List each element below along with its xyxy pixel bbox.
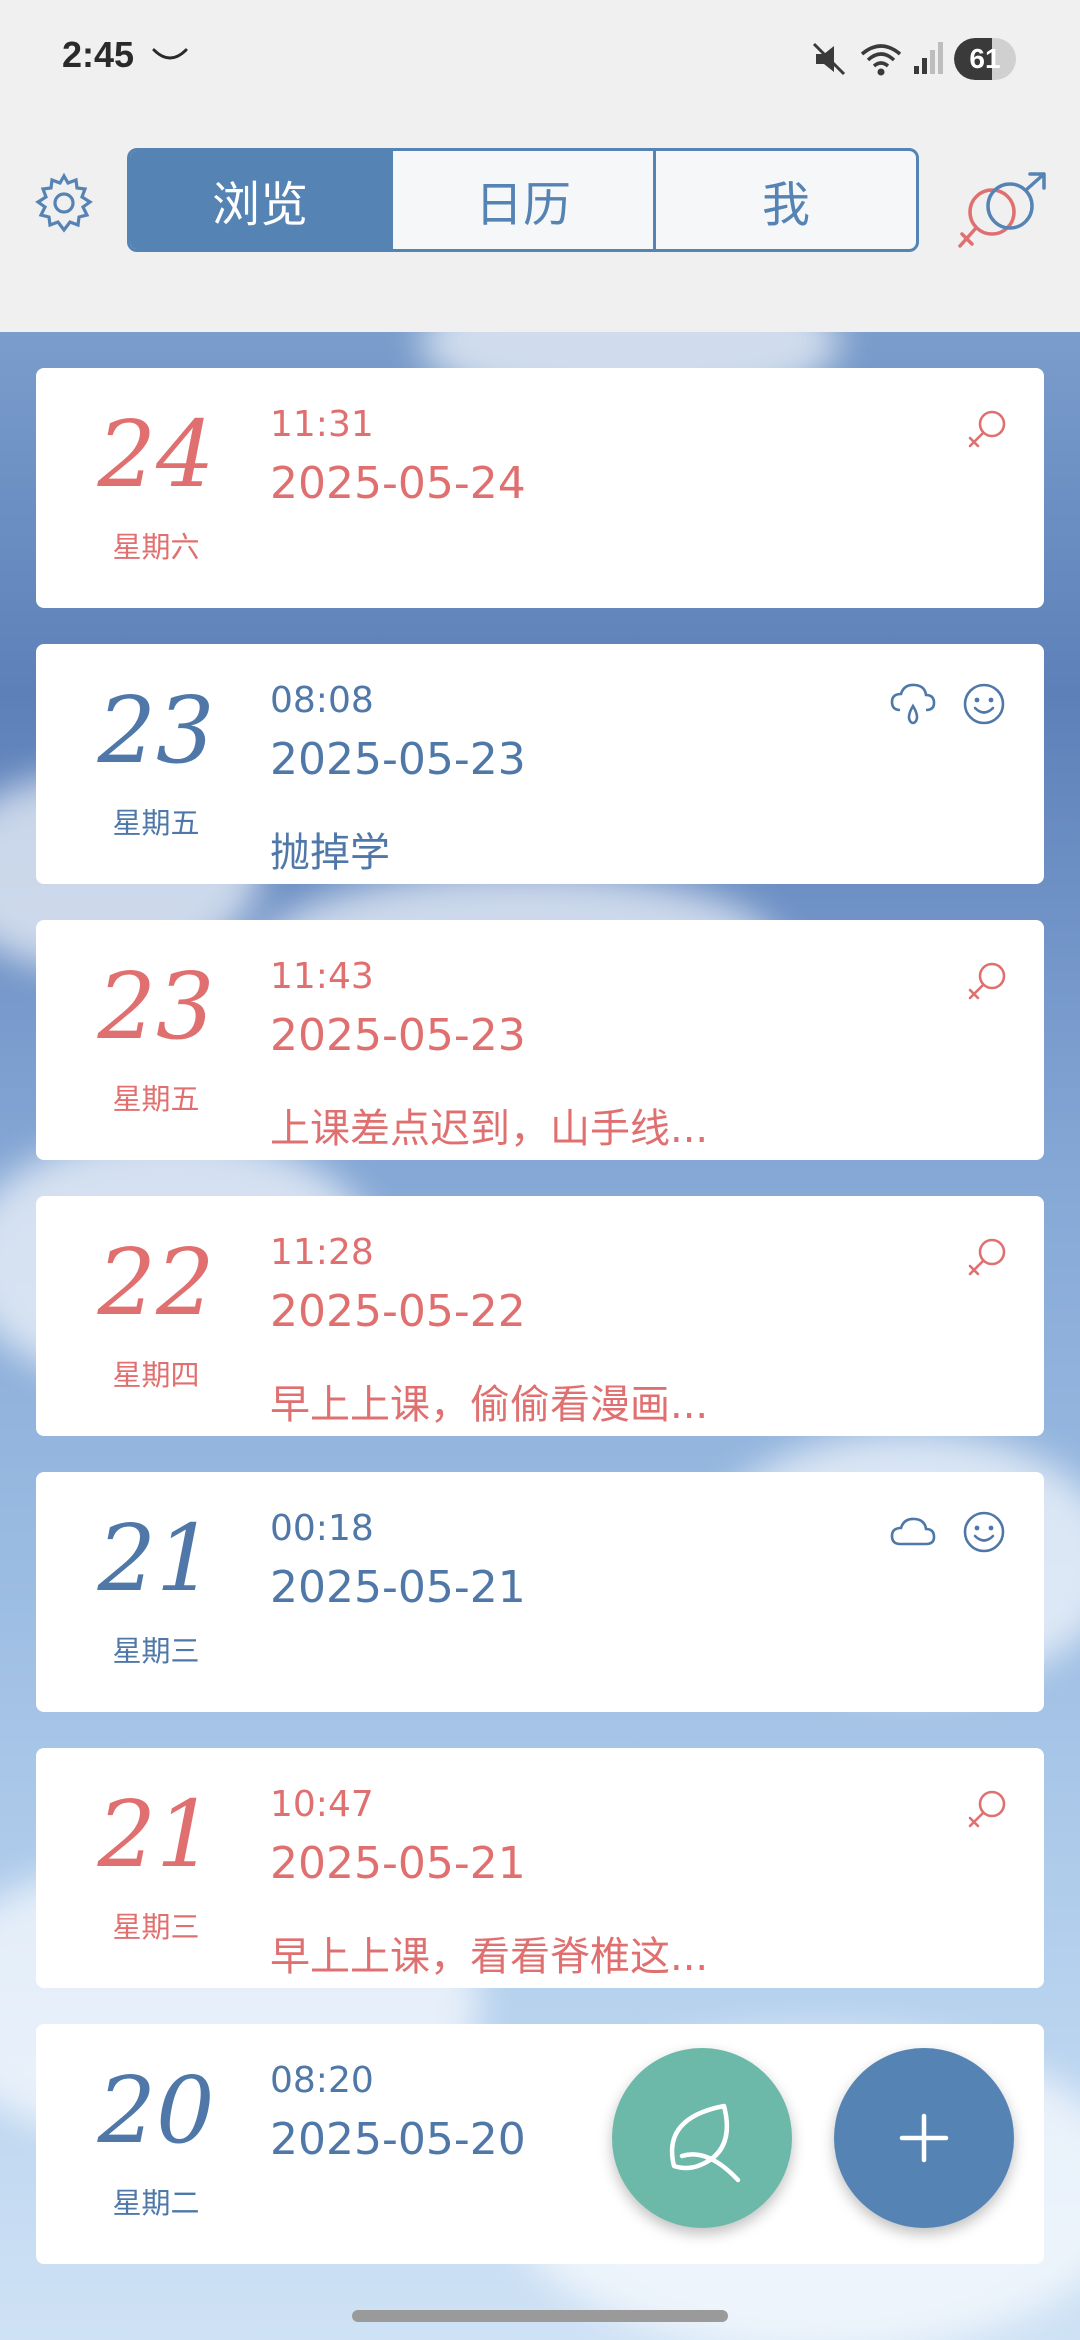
top-bar: 浏览 日历 我: [0, 118, 1080, 332]
entry-day: 23: [97, 953, 215, 1060]
entry-day: 21: [97, 1781, 215, 1888]
entry-weekday: 星期五: [112, 1082, 200, 1116]
add-entry-button[interactable]: [834, 2048, 1014, 2228]
entries-list[interactable]: 24 星期六 11:31 2025-05-24 23 星期五 08:08 202…: [0, 332, 1080, 2340]
wifi-icon: [860, 44, 902, 76]
notification-icon: [152, 48, 188, 60]
entry-time: 08:08: [270, 680, 374, 721]
tab-me[interactable]: 我: [656, 151, 916, 249]
entry-card[interactable]: 21 星期三 10:47 2025-05-21 早上上课，看看脊椎这...: [36, 1748, 1044, 1988]
tab-browse[interactable]: 浏览: [130, 151, 393, 249]
cloud-icon: [890, 1517, 936, 1546]
entry-weekday: 星期四: [112, 1358, 200, 1392]
entry-time: 10:47: [270, 1784, 374, 1825]
entry-note: 上课差点迟到，山手线...: [270, 1106, 709, 1152]
entry-date: 2025-05-23: [270, 734, 526, 785]
entry-time: 11:31: [270, 404, 374, 445]
battery-text: 61: [969, 43, 1001, 74]
entry-weekday: 星期六: [112, 530, 200, 564]
entry-day: 24: [97, 401, 215, 508]
home-indicator[interactable]: [352, 2310, 728, 2322]
battery-icon: 61: [954, 38, 1016, 80]
entry-date: 2025-05-24: [270, 458, 526, 509]
entry-date: 2025-05-21: [270, 1838, 526, 1889]
entry-day: 21: [97, 1505, 215, 1612]
status-bar: 2:45 61: [0, 0, 1080, 118]
entry-note: 早上上课，看看脊椎这...: [270, 1934, 709, 1980]
entry-day: 22: [97, 1229, 215, 1336]
tab-switcher: 浏览 日历 我: [127, 148, 919, 252]
entry-note: 早上上课，偷偷看漫画...: [270, 1382, 709, 1428]
female-icon: [968, 410, 1006, 448]
mute-icon: [812, 42, 846, 76]
entry-weekday: 星期三: [112, 1910, 200, 1944]
entry-time: 08:20: [270, 2060, 374, 2101]
entry-date: 2025-05-21: [270, 1562, 526, 1613]
entry-weekday: 星期三: [112, 1634, 200, 1668]
signal-icon: [914, 42, 943, 74]
rain-icon: [890, 683, 936, 725]
leaf-icon: [669, 2103, 741, 2183]
entry-card[interactable]: 21 星期三 00:18 2025-05-21: [36, 1472, 1044, 1712]
smile-icon: [963, 1511, 1005, 1553]
entry-card[interactable]: 24 星期六 11:31 2025-05-24: [36, 368, 1044, 608]
entry-card[interactable]: 23 星期五 11:43 2025-05-23 上课差点迟到，山手线...: [36, 920, 1044, 1160]
entry-weekday: 星期五: [112, 806, 200, 840]
entry-day: 20: [97, 2057, 215, 2164]
entry-date: 2025-05-20: [270, 2114, 526, 2165]
entry-day: 23: [97, 677, 215, 784]
entry-time: 11:43: [270, 956, 374, 997]
smile-icon: [963, 683, 1005, 725]
female-icon: [968, 1238, 1006, 1276]
add-icon: [899, 2113, 949, 2163]
entry-date: 2025-05-23: [270, 1010, 526, 1061]
entry-weekday: 星期二: [112, 2186, 200, 2220]
gender-icon[interactable]: [952, 166, 1052, 266]
entry-card[interactable]: 22 星期四 11:28 2025-05-22 早上上课，偷偷看漫画...: [36, 1196, 1044, 1436]
settings-icon[interactable]: [30, 170, 98, 238]
entry-note: 抛掉学: [270, 830, 390, 876]
tab-calendar[interactable]: 日历: [393, 151, 656, 249]
entry-date: 2025-05-22: [270, 1286, 526, 1337]
leaf-button[interactable]: [612, 2048, 792, 2228]
entry-card[interactable]: 23 星期五 08:08 2025-05-23 抛掉学: [36, 644, 1044, 884]
entry-time: 11:28: [270, 1232, 374, 1273]
female-icon: [968, 962, 1006, 1000]
status-time: 2:45: [62, 34, 135, 75]
entry-time: 00:18: [270, 1508, 374, 1549]
female-icon: [968, 1790, 1006, 1828]
